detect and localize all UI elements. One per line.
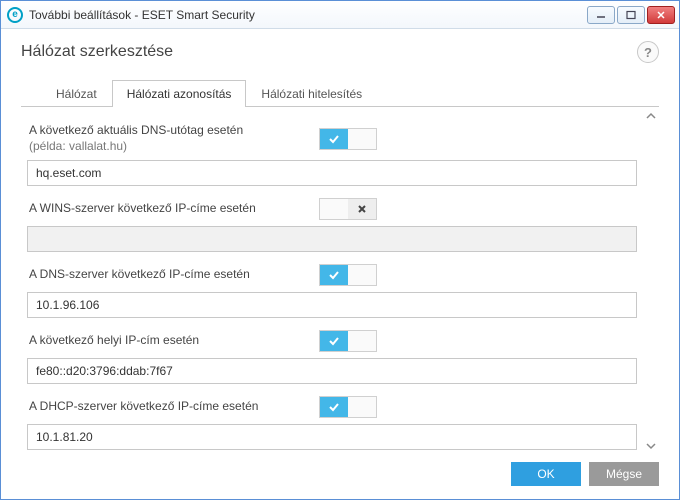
window-controls — [587, 6, 675, 24]
x-icon — [348, 199, 376, 219]
vertical-scrollbar[interactable] — [643, 107, 659, 459]
label-dns-suffix-main: A következő aktuális DNS-utótag esetén — [29, 123, 243, 137]
chevron-down-icon[interactable] — [646, 441, 656, 455]
ok-button[interactable]: OK — [511, 462, 581, 486]
input-dns-ip[interactable] — [27, 292, 637, 318]
input-dhcp-ip[interactable] — [27, 424, 637, 450]
eset-logo-icon: e — [7, 7, 23, 23]
row-local-ip: A következő helyi IP-cím esetén — [27, 324, 637, 356]
check-icon — [320, 129, 348, 149]
check-icon — [320, 331, 348, 351]
label-dns-ip: A DNS-szerver következő IP-címe esetén — [29, 267, 319, 283]
toggle-dns-ip[interactable] — [319, 264, 377, 286]
label-dhcp-ip: A DHCP-szerver következő IP-címe esetén — [29, 399, 319, 415]
row-dns-ip: A DNS-szerver következő IP-címe esetén — [27, 258, 637, 290]
input-local-ip[interactable] — [27, 358, 637, 384]
check-icon — [320, 397, 348, 417]
label-wins-ip: A WINS-szerver következő IP-címe esetén — [29, 201, 319, 217]
tab-network-identification[interactable]: Hálózati azonosítás — [112, 80, 247, 107]
label-dns-suffix-example: (példa: vallalat.hu) — [29, 139, 319, 155]
row-dns-suffix: A következő aktuális DNS-utótag esetén (… — [27, 117, 637, 158]
dialog-footer: OK Mégse — [1, 459, 679, 499]
help-button[interactable]: ? — [637, 41, 659, 63]
tab-bar: Hálózat Hálózati azonosítás Hálózati hit… — [21, 77, 659, 107]
toggle-dns-suffix[interactable] — [319, 128, 377, 150]
settings-scroll-area: A következő aktuális DNS-utótag esetén (… — [21, 107, 659, 459]
page-header: Hálózat szerkesztése ? — [1, 29, 679, 71]
input-wins-ip[interactable] — [27, 226, 637, 252]
row-gateway-ip: Az átjáró következő IP-címe esetén — [27, 456, 637, 459]
app-window: e További beállítások - ESET Smart Secur… — [0, 0, 680, 500]
page-title: Hálózat szerkesztése — [21, 43, 173, 61]
scroll-track[interactable] — [648, 125, 654, 441]
input-dns-suffix[interactable] — [27, 160, 637, 186]
window-title: További beállítások - ESET Smart Securit… — [29, 8, 587, 22]
chevron-up-icon[interactable] — [646, 111, 656, 125]
toggle-dhcp-ip[interactable] — [319, 396, 377, 418]
label-local-ip: A következő helyi IP-cím esetén — [29, 333, 319, 349]
titlebar: e További beállítások - ESET Smart Secur… — [1, 1, 679, 29]
tab-network-authentication[interactable]: Hálózati hitelesítés — [246, 80, 377, 107]
toggle-wins-ip[interactable] — [319, 198, 377, 220]
cancel-button[interactable]: Mégse — [589, 462, 659, 486]
minimize-button[interactable] — [587, 6, 615, 24]
close-button[interactable] — [647, 6, 675, 24]
tab-network[interactable]: Hálózat — [41, 80, 112, 107]
toggle-local-ip[interactable] — [319, 330, 377, 352]
row-wins-ip: A WINS-szerver következő IP-címe esetén — [27, 192, 637, 224]
check-icon — [320, 265, 348, 285]
label-dns-suffix: A következő aktuális DNS-utótag esetén (… — [29, 123, 319, 154]
settings-list: A következő aktuális DNS-utótag esetén (… — [21, 107, 643, 459]
maximize-button[interactable] — [617, 6, 645, 24]
row-dhcp-ip: A DHCP-szerver következő IP-címe esetén — [27, 390, 637, 422]
